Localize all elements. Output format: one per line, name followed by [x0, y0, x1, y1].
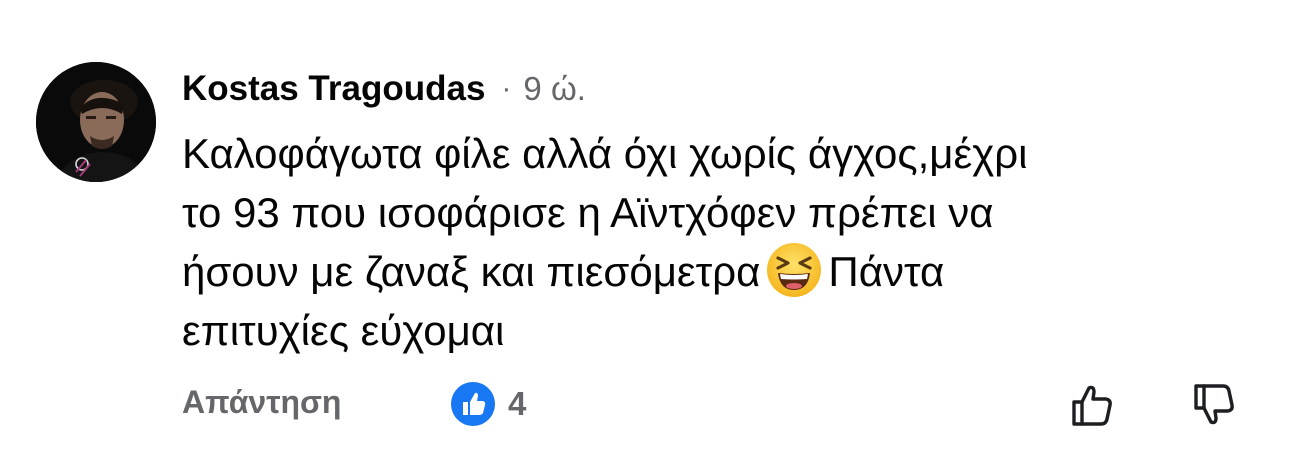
comment-line: επιτυχίες εύχομαι [182, 307, 505, 354]
thumbs-up-outline-icon[interactable] [1068, 380, 1118, 430]
comment-timestamp[interactable]: 9 ώ. [523, 70, 585, 108]
like-count: 4 [508, 385, 527, 422]
laughing-squinting-face-emoji-icon [766, 242, 822, 298]
comment-line-with-emoji: ήσουν με ζαναξ και πιεσόμετρα Πάντα [182, 242, 1242, 301]
thumbs-down-outline-icon[interactable] [1190, 380, 1240, 430]
comment-line: το 93 που ισοφάρισε η Αϊντχόφεν πρέπει ν… [182, 189, 994, 236]
author-name[interactable]: Kostas Tragoudas [182, 69, 485, 109]
like-reaction-icon [450, 381, 496, 427]
comment-header: Kostas Tragoudas · 9 ώ. [182, 66, 586, 112]
comment-line: Καλοφάγωτα φίλε αλλά όχι χωρίς άγχος,μέχ… [182, 130, 1028, 177]
reply-button[interactable]: Απάντηση [182, 384, 341, 421]
reaction-summary[interactable]: 4 [450, 381, 526, 427]
avatar-image [36, 62, 156, 182]
comment-line-text: Πάντα [828, 248, 945, 295]
comment-line-text: ήσουν με ζαναξ και πιεσόμετρα [182, 248, 761, 295]
comment-text: Καλοφάγωτα φίλε αλλά όχι χωρίς άγχος,μέχ… [182, 124, 1242, 360]
separator-dot: · [501, 72, 512, 105]
author-avatar[interactable] [36, 62, 156, 182]
